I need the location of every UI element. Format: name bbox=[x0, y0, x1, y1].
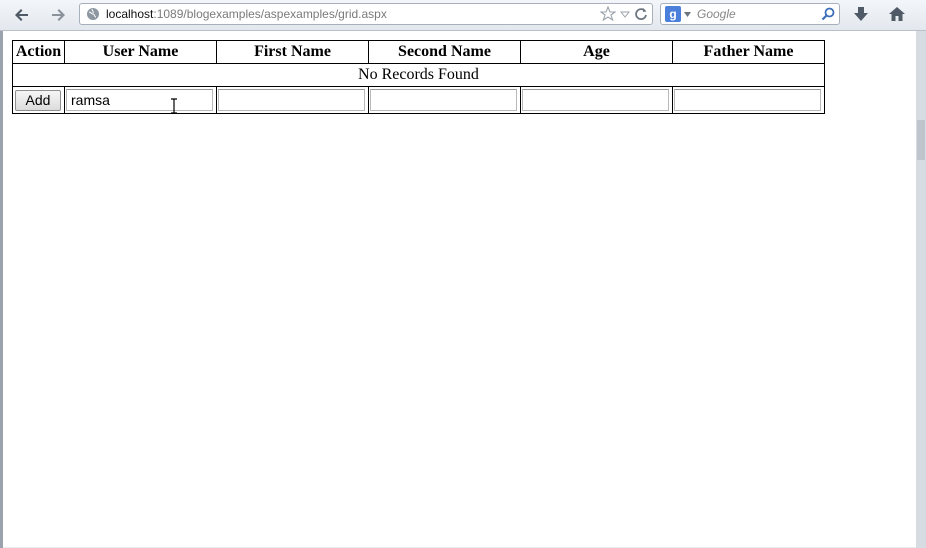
google-logo-icon[interactable]: g bbox=[665, 6, 681, 22]
url-path: :1089/blogexamples/aspexamples/grid.aspx bbox=[153, 7, 387, 21]
globe-icon bbox=[87, 8, 99, 20]
age-cell bbox=[520, 86, 673, 114]
home-icon[interactable] bbox=[888, 5, 906, 23]
input-row: Add bbox=[12, 86, 825, 114]
address-bar[interactable]: localhost:1089/blogexamples/aspexamples/… bbox=[79, 3, 653, 25]
second-name-input[interactable] bbox=[370, 89, 517, 111]
url-host: localhost bbox=[106, 7, 154, 21]
header-action: Action bbox=[12, 40, 65, 64]
page-scrollbar[interactable] bbox=[916, 31, 926, 548]
action-cell: Add bbox=[12, 86, 65, 114]
url-text: localhost:1089/blogexamples/aspexamples/… bbox=[106, 7, 387, 21]
search-bar[interactable]: g Google bbox=[660, 3, 840, 25]
add-button[interactable]: Add bbox=[15, 89, 61, 111]
back-button[interactable] bbox=[11, 4, 33, 26]
downloads-icon[interactable] bbox=[852, 5, 870, 23]
search-icon[interactable] bbox=[821, 7, 835, 21]
user-name-input[interactable] bbox=[66, 89, 213, 111]
search-input[interactable]: Google bbox=[697, 7, 736, 21]
father-name-cell bbox=[672, 86, 825, 114]
header-row: Action User Name First Name Second Name … bbox=[12, 40, 825, 64]
forward-arrow-icon bbox=[52, 9, 65, 21]
user-name-cell bbox=[64, 86, 217, 114]
page-content: Action User Name First Name Second Name … bbox=[3, 31, 916, 547]
reload-icon[interactable] bbox=[634, 7, 648, 21]
history-dropdown-icon[interactable] bbox=[620, 9, 630, 19]
records-grid: Action User Name First Name Second Name … bbox=[12, 40, 825, 114]
first-name-cell bbox=[216, 86, 369, 114]
header-first-name: First Name bbox=[216, 40, 369, 64]
text-cursor-icon bbox=[171, 98, 177, 114]
no-records-message: No Records Found bbox=[12, 63, 825, 87]
browser-toolbar: localhost:1089/blogexamples/aspexamples/… bbox=[0, 0, 926, 31]
header-user-name: User Name bbox=[64, 40, 217, 64]
engine-dropdown-icon[interactable] bbox=[684, 12, 691, 17]
forward-button[interactable] bbox=[47, 4, 69, 26]
first-name-input[interactable] bbox=[218, 89, 365, 111]
age-input[interactable] bbox=[522, 89, 669, 111]
father-name-input[interactable] bbox=[674, 89, 821, 111]
header-second-name: Second Name bbox=[368, 40, 521, 64]
second-name-cell bbox=[368, 86, 521, 114]
header-age: Age bbox=[520, 40, 673, 64]
header-father-name: Father Name bbox=[672, 40, 825, 64]
back-arrow-icon bbox=[15, 9, 28, 21]
bookmark-star-icon[interactable] bbox=[600, 6, 616, 22]
empty-row: No Records Found bbox=[12, 63, 825, 87]
scrollbar-thumb[interactable] bbox=[917, 120, 925, 160]
